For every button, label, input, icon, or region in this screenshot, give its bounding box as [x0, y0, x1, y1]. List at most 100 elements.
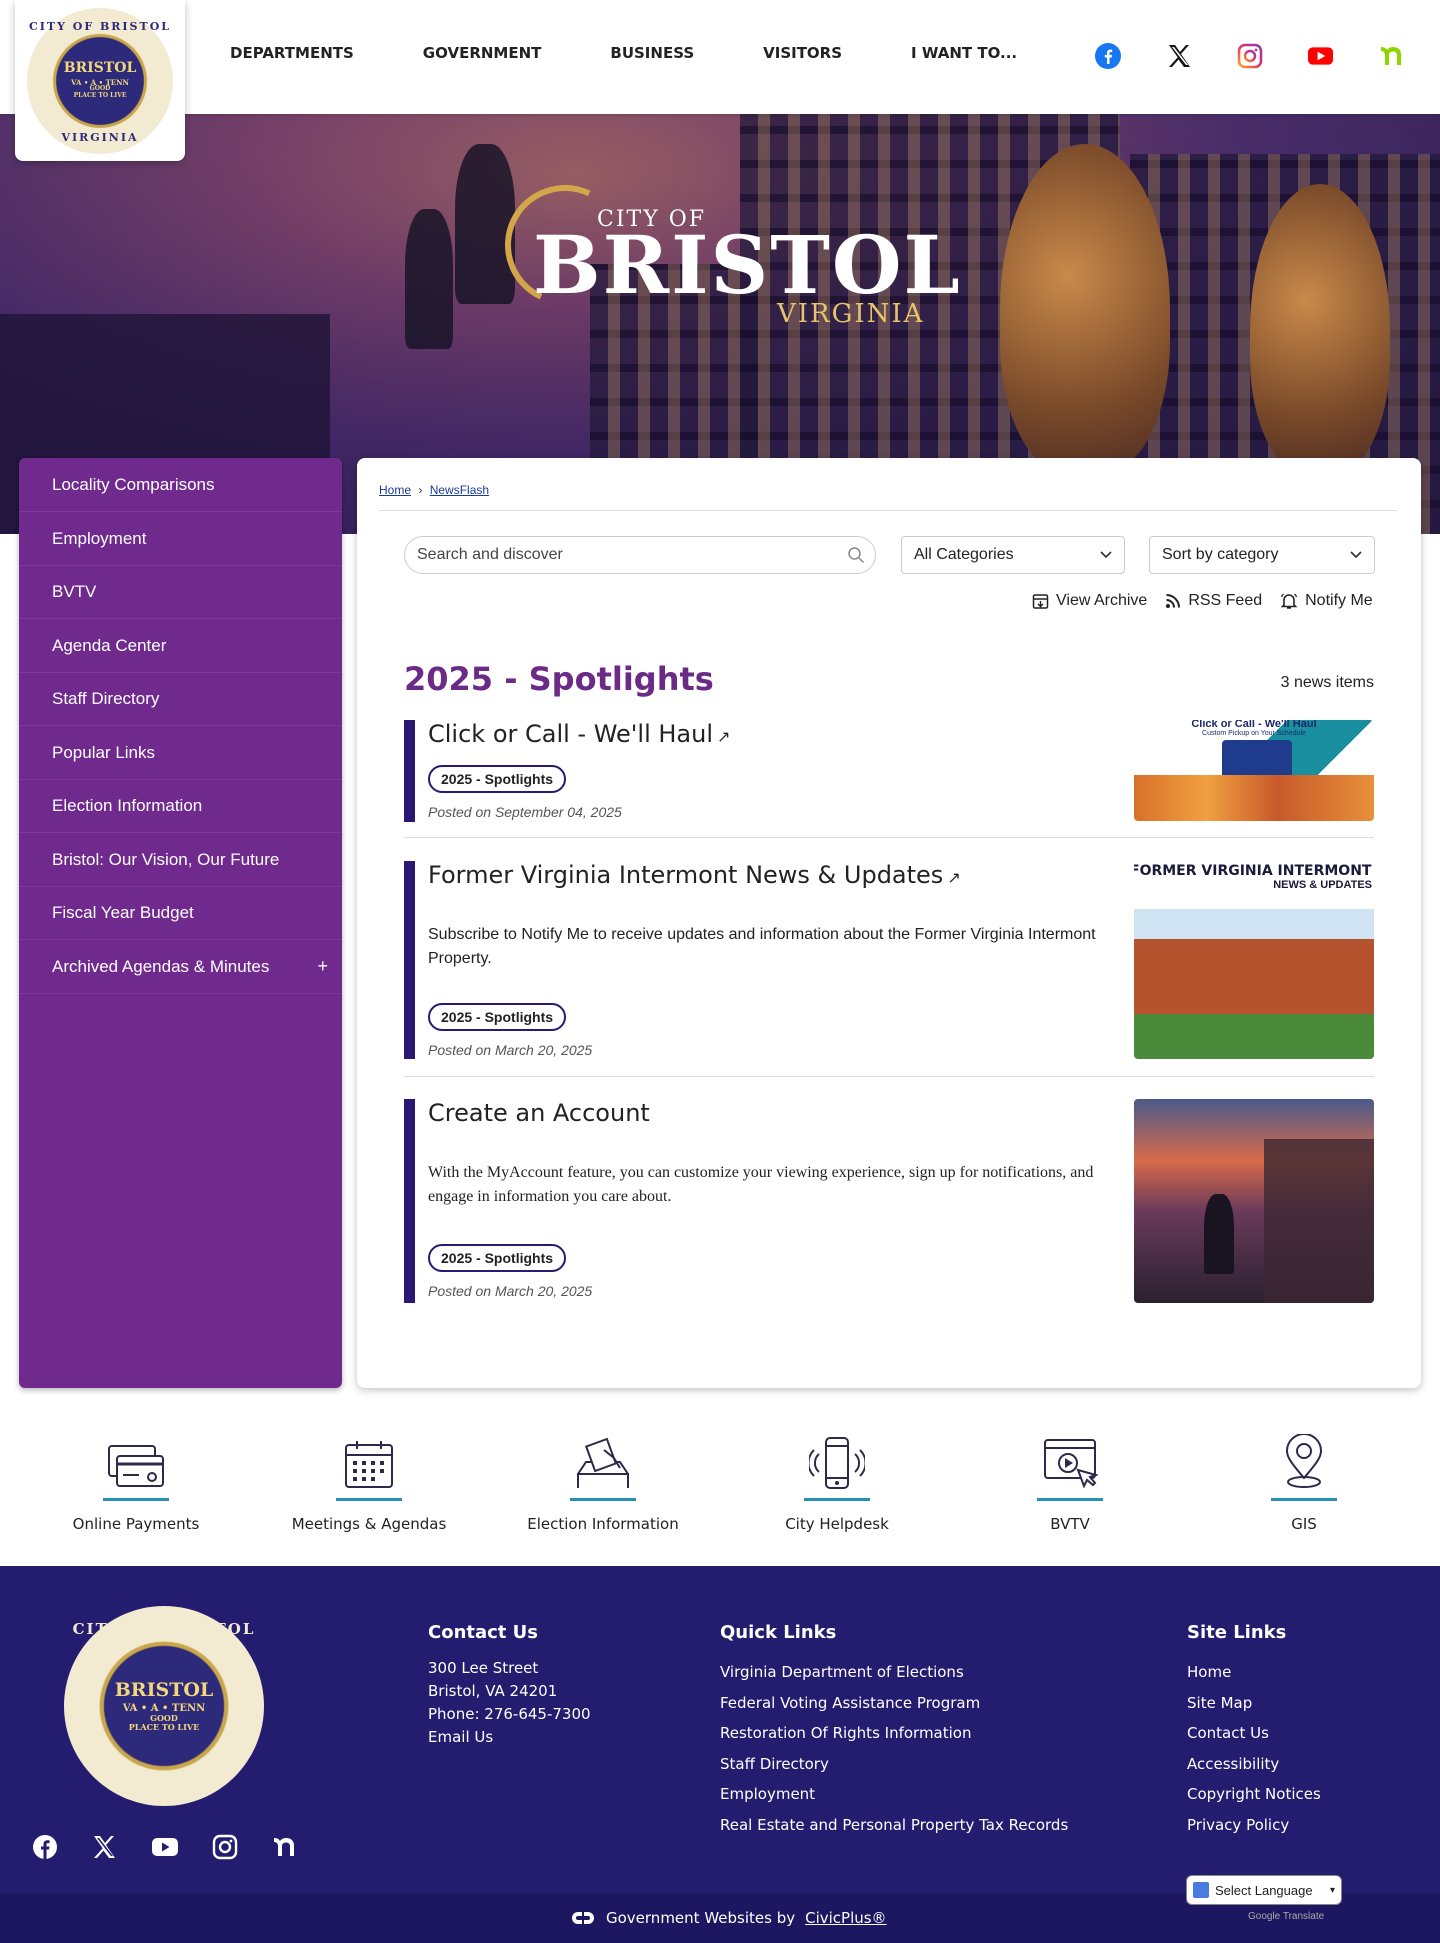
sidebar-item-employment[interactable]: Employment: [19, 512, 342, 566]
footer-site-links: Site Links Home Site Map Contact Us Acce…: [1187, 1622, 1321, 1840]
footer-link[interactable]: Real Estate and Personal Property Tax Re…: [720, 1810, 1068, 1841]
logo-state: VIRGINIA: [777, 299, 925, 329]
nav-government[interactable]: GOVERNMENT: [423, 44, 542, 62]
sidebar-item-bvtv[interactable]: BVTV: [19, 565, 342, 619]
sidebar-item-label: Archived Agendas & Minutes: [52, 956, 270, 976]
search-icon[interactable]: [847, 546, 865, 564]
category-tag[interactable]: 2025 - Spotlights: [428, 1244, 567, 1272]
city-seal: CITY OF BRISTOL VIRGINIA BRISTOL VA • A …: [27, 7, 173, 154]
youtube-icon[interactable]: [1307, 42, 1334, 69]
category-tag[interactable]: 2025 - Spotlights: [428, 1003, 567, 1031]
seal-top-text: CITY OF BRISTOL: [72, 1620, 256, 1638]
nav-visitors[interactable]: VISITORS: [763, 44, 842, 62]
nextdoor-icon[interactable]: [272, 1834, 298, 1860]
sort-select[interactable]: Sort by category: [1149, 536, 1375, 574]
seal-center-text: BRISTOL: [63, 60, 137, 77]
ballot-icon: [503, 1420, 703, 1490]
seal-center: BRISTOL VA • A • TENN GOOD PLACE TO LIVE: [63, 60, 137, 99]
expand-icon[interactable]: +: [317, 956, 328, 977]
rss-feed-link[interactable]: RSS Feed: [1165, 592, 1262, 610]
thumbnail-heading: Click or Call - We'll Haul: [1191, 720, 1317, 730]
quick-link-underline: [1037, 1498, 1103, 1501]
quick-link-bvtv[interactable]: BVTV: [970, 1420, 1170, 1533]
news-description: Subscribe to Notify Me to receive update…: [428, 926, 1096, 967]
notify-me-link[interactable]: Notify Me: [1280, 592, 1373, 610]
quick-link-underline: [804, 1498, 870, 1501]
sidebar-item-agenda-center[interactable]: Agenda Center: [19, 619, 342, 673]
footer-quick-links: Quick Links Virginia Department of Elect…: [720, 1622, 1068, 1840]
news-search-input[interactable]: [405, 537, 825, 573]
x-icon[interactable]: [1165, 42, 1192, 69]
news-title-link[interactable]: Create an Account: [428, 1099, 650, 1127]
view-archive-link[interactable]: View Archive: [1032, 592, 1147, 610]
phone-number: Phone: 276-645-7300: [428, 1705, 591, 1723]
breadcrumb-current[interactable]: NewsFlash: [430, 483, 489, 497]
quick-link-gis[interactable]: GIS: [1204, 1420, 1404, 1533]
sidebar-item-fiscal-year-budget[interactable]: Fiscal Year Budget: [19, 886, 342, 940]
x-icon[interactable]: [92, 1834, 118, 1860]
seal-center-text: BRISTOL: [114, 1679, 214, 1702]
news-date: Posted on September 04, 2025: [428, 804, 622, 820]
news-accent-bar: [404, 720, 415, 822]
footer-link[interactable]: Copyright Notices: [1187, 1779, 1321, 1810]
seal-center: BRISTOL VA • A • TENN GOOD PLACE TO LIVE: [115, 1680, 214, 1731]
nav-departments[interactable]: DEPARTMENTS: [230, 44, 354, 62]
breadcrumb-separator: ›: [418, 483, 423, 497]
building-photo: [1264, 1139, 1374, 1303]
footer-link[interactable]: Accessibility: [1187, 1749, 1321, 1780]
powered-by: Government Websites by CivicPlus®: [570, 1909, 887, 1927]
facebook-icon[interactable]: [1094, 42, 1121, 69]
category-tag[interactable]: 2025 - Spotlights: [428, 765, 567, 793]
sidebar-item-our-vision[interactable]: Bristol: Our Vision, Our Future: [19, 833, 342, 887]
seal-left-text: VA: [71, 77, 82, 87]
news-search: [404, 536, 876, 574]
google-translate-icon: [1193, 1882, 1209, 1898]
facebook-icon[interactable]: [32, 1834, 58, 1860]
sidebar-item-staff-directory[interactable]: Staff Directory: [19, 672, 342, 726]
quick-link-label: Election Information: [527, 1515, 679, 1533]
sidebar-item-popular-links[interactable]: Popular Links: [19, 726, 342, 780]
nav-business[interactable]: BUSINESS: [610, 44, 694, 62]
nav-i-want-to[interactable]: I WANT TO...: [911, 44, 1017, 62]
autumn-houses-illustration: [1134, 775, 1374, 821]
footer-link[interactable]: Contact Us: [1187, 1718, 1321, 1749]
news-title: Create an Account: [428, 1099, 650, 1127]
news-item: Click or Call - We'll Haul ↗ 2025 - Spotl…: [404, 720, 1374, 838]
footer-link[interactable]: Site Map: [1187, 1688, 1321, 1719]
instagram-icon[interactable]: [1236, 42, 1263, 69]
language-select[interactable]: Select Language ▾: [1186, 1875, 1342, 1905]
sidebar-item-archived-agendas[interactable]: Archived Agendas & Minutes +: [19, 940, 342, 994]
quick-link-online-payments[interactable]: Online Payments: [36, 1420, 236, 1533]
civicplus-link[interactable]: CivicPlus®: [805, 1909, 886, 1927]
footer-link[interactable]: Employment: [720, 1779, 1068, 1810]
email-us-link[interactable]: Email Us: [428, 1726, 591, 1749]
news-date: Posted on March 20, 2025: [428, 1042, 593, 1058]
news-thumbnail[interactable]: FORMER VIRGINIA INTERMONT PROPERTY NEWS …: [1134, 861, 1374, 1059]
divider: [379, 510, 1397, 511]
category-select-value: All Categories: [914, 546, 1014, 563]
sidebar-item-locality-comparisons[interactable]: Locality Comparisons: [19, 458, 342, 512]
news-title-link[interactable]: Former Virginia Intermont News & Updates…: [428, 861, 961, 889]
footer-link[interactable]: Virginia Department of Elections: [720, 1657, 1068, 1688]
news-thumbnail[interactable]: Click or Call - We'll Haul Custom Pickup…: [1134, 720, 1374, 821]
breadcrumb-home[interactable]: Home: [379, 483, 411, 497]
news-title-link[interactable]: Click or Call - We'll Haul ↗: [428, 720, 730, 748]
site-logo[interactable]: CITY OF BRISTOL VIRGINIA BRISTOL VA • A …: [15, 0, 185, 161]
youtube-icon[interactable]: [152, 1834, 178, 1860]
quick-link-meetings-agendas[interactable]: Meetings & Agendas: [269, 1420, 469, 1533]
news-thumbnail[interactable]: [1134, 1099, 1374, 1303]
nextdoor-icon[interactable]: [1378, 42, 1405, 69]
footer-link[interactable]: Home: [1187, 1657, 1321, 1688]
quick-link-election-information[interactable]: Election Information: [503, 1420, 703, 1533]
instagram-icon[interactable]: [212, 1834, 238, 1860]
sidebar-item-election-information[interactable]: Election Information: [19, 779, 342, 833]
footer-link[interactable]: Federal Voting Assistance Program: [720, 1688, 1068, 1719]
category-select[interactable]: All Categories: [901, 536, 1125, 574]
quick-link-underline: [336, 1498, 402, 1501]
footer-link[interactable]: Staff Directory: [720, 1749, 1068, 1780]
quick-link-city-helpdesk[interactable]: City Helpdesk: [737, 1420, 937, 1533]
footer-link[interactable]: Privacy Policy: [1187, 1810, 1321, 1841]
footer-link[interactable]: Restoration Of Rights Information: [720, 1718, 1068, 1749]
seal-left-text: VA: [122, 1703, 138, 1715]
external-link-icon: ↗: [717, 727, 731, 746]
